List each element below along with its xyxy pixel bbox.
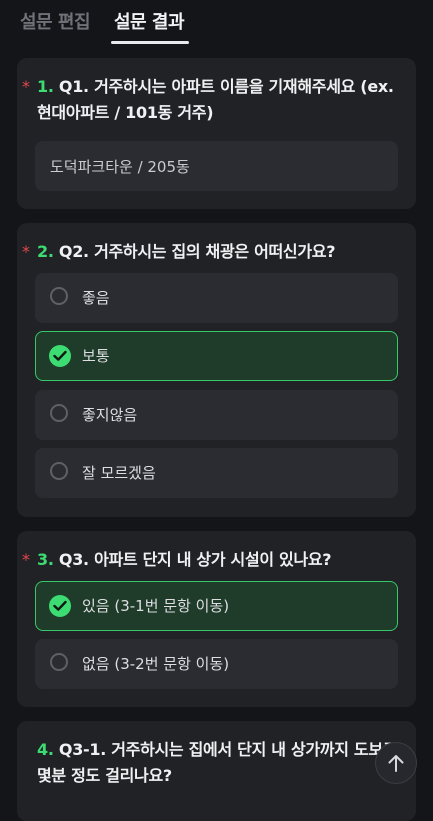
question-title: 4. Q3-1. 거주하시는 집에서 단지 내 상가까지 도보로 몇분 정도 걸… [37, 737, 400, 789]
option-label: 좋지않음 [82, 406, 138, 424]
radio-unchecked-icon [50, 462, 68, 480]
check-icon [49, 595, 71, 617]
question-text: Q3-1. 거주하시는 집에서 단지 내 상가까지 도보로 몇분 정도 걸리나요… [37, 740, 398, 785]
question-card-3: * 3. Q3. 아파트 단지 내 상가 시설이 있나요? 있음 (3-1번 문… [17, 531, 416, 707]
question-text: Q1. 거주하시는 아파트 이름을 기재해주세요 (ex. 현대아파트 / 10… [37, 77, 394, 122]
option-label: 없음 (3-2번 문항 이동) [82, 655, 230, 673]
option-radio[interactable]: 좋지않음 [35, 390, 398, 440]
option-radio[interactable]: 없음 (3-2번 문항 이동) [35, 639, 398, 689]
question-title: 1. Q1. 거주하시는 아파트 이름을 기재해주세요 (ex. 현대아파트 /… [37, 74, 400, 126]
question-title: 3. Q3. 아파트 단지 내 상가 시설이 있나요? [37, 547, 400, 573]
question-number: 1. [37, 77, 54, 96]
tab-survey-result[interactable]: 설문 결과 [114, 8, 185, 34]
check-icon [49, 345, 71, 367]
active-tab-indicator [111, 41, 189, 44]
option-radio[interactable]: 잘 모르겠음 [35, 448, 398, 498]
required-marker: * [22, 242, 30, 261]
required-marker: * [22, 77, 30, 96]
answer-field[interactable]: 도덕파크타운 / 205동 [35, 141, 398, 191]
required-marker: * [22, 550, 30, 569]
question-card-2: * 2. Q2. 거주하시는 집의 채광은 어떠신가요? 좋음 보통 좋지않음 … [17, 223, 416, 517]
question-title: 2. Q2. 거주하시는 집의 채광은 어떠신가요? [37, 239, 400, 265]
tab-bar: 설문 편집 설문 결과 [0, 0, 433, 46]
option-label: 잘 모르겠음 [82, 464, 156, 482]
question-number: 2. [37, 242, 54, 261]
option-radio-selected[interactable]: 있음 (3-1번 문항 이동) [35, 581, 398, 631]
radio-unchecked-icon [50, 653, 68, 671]
tab-survey-edit[interactable]: 설문 편집 [20, 8, 91, 34]
question-number: 3. [37, 550, 54, 569]
arrow-up-icon [388, 755, 404, 772]
option-label: 있음 (3-1번 문항 이동) [82, 597, 230, 615]
scroll-top-button[interactable] [375, 742, 417, 784]
option-label: 좋음 [82, 289, 110, 307]
radio-unchecked-icon [50, 287, 68, 305]
question-number: 4. [37, 740, 54, 759]
option-radio-selected[interactable]: 보통 [35, 331, 398, 381]
question-text: Q3. 아파트 단지 내 상가 시설이 있나요? [53, 550, 332, 569]
question-text: Q2. 거주하시는 집의 채광은 어떠신가요? [53, 242, 336, 261]
answer-value: 도덕파크타운 / 205동 [50, 158, 190, 176]
radio-unchecked-icon [50, 404, 68, 422]
option-label: 보통 [82, 347, 110, 365]
question-card-4: 4. Q3-1. 거주하시는 집에서 단지 내 상가까지 도보로 몇분 정도 걸… [17, 721, 416, 821]
question-card-1: * 1. Q1. 거주하시는 아파트 이름을 기재해주세요 (ex. 현대아파트… [17, 58, 416, 209]
option-radio[interactable]: 좋음 [35, 273, 398, 323]
